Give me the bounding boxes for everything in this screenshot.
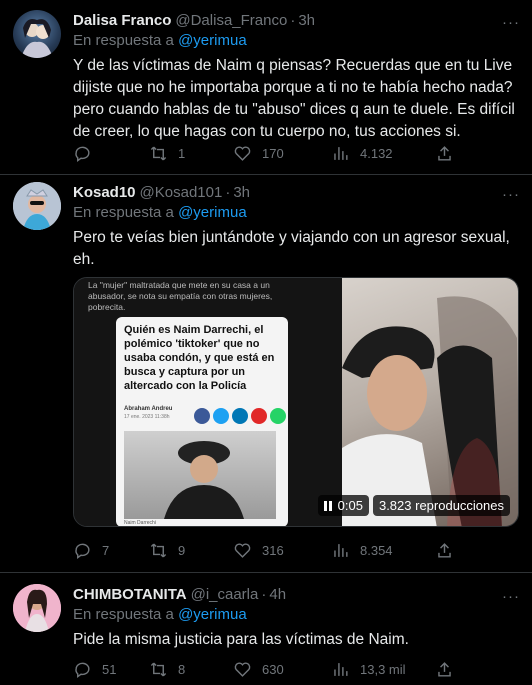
view-count: 4.132 — [360, 145, 393, 161]
separator-dot: · — [225, 183, 231, 201]
more-options-icon[interactable]: ··· — [502, 186, 520, 203]
author-handle[interactable]: @Kosad101 — [140, 184, 223, 201]
heart-icon — [234, 542, 251, 558]
views-icon — [334, 662, 348, 676]
share-button[interactable] — [435, 144, 454, 163]
caption-top: La "mujer" maltratada que mete en su cas… — [88, 280, 273, 312]
linkedin-icon — [232, 408, 248, 424]
article-photo-caption: Naim Darrechi — [124, 520, 156, 526]
playback-status[interactable]: 0:05 — [317, 495, 369, 516]
reply-mention-link[interactable]: @yerimua — [178, 32, 247, 49]
author-name[interactable]: Dalisa Franco — [73, 12, 171, 29]
heart-icon — [234, 661, 251, 677]
tweet-text: Pero te veías bien juntándote y viajando… — [73, 229, 510, 268]
reply-button[interactable] — [73, 144, 102, 163]
flipboard-icon — [251, 408, 267, 424]
share-button[interactable] — [435, 541, 454, 560]
retweet-count: 8 — [178, 661, 186, 677]
share-icon — [438, 661, 451, 677]
video-player[interactable]: La "mujer" maltratada que mete en su cas… — [73, 277, 519, 527]
heart-icon — [234, 145, 251, 161]
retweet-icon — [150, 662, 167, 676]
more-options-icon[interactable]: ··· — [502, 14, 520, 31]
like-button[interactable]: 170 — [233, 144, 284, 163]
tweet-actions: 51 8 630 13,3 mil — [73, 659, 520, 679]
tweet-actions: 7 9 316 8.354 — [73, 540, 520, 560]
retweet-icon — [150, 146, 167, 160]
reply-mention-link[interactable]: @yerimua — [178, 606, 247, 623]
video-time: 0:05 — [337, 498, 363, 513]
views-button[interactable]: 4.132 — [331, 144, 393, 163]
share-icon — [438, 542, 451, 558]
reply-icon — [75, 662, 90, 678]
pause-icon[interactable] — [323, 500, 332, 511]
separator-dot: · — [290, 11, 296, 29]
retweet-button[interactable]: 8 — [149, 660, 185, 679]
reply-context: En respuesta a @yerimua — [73, 204, 520, 224]
reply-button[interactable]: 7 — [73, 541, 109, 560]
retweet-count: 9 — [178, 542, 186, 558]
whatsapp-icon — [270, 408, 286, 424]
video-frame — [342, 278, 518, 526]
news-article-card: Quién es Naim Darrechi, el polémico 'tik… — [116, 317, 288, 526]
views-icon — [334, 543, 348, 557]
view-count: 8.354 — [360, 542, 393, 558]
video-view-count: 3.823 reproducciones — [372, 495, 510, 516]
separator-dot: · — [261, 585, 267, 603]
avatar[interactable] — [13, 182, 61, 230]
article-screenshot: La "mujer" maltratada que mete en su cas… — [74, 278, 342, 526]
reply-icon — [75, 146, 90, 162]
views-button[interactable]: 8.354 — [331, 541, 393, 560]
retweet-button[interactable]: 9 — [149, 541, 185, 560]
article-date: 17 ene. 2023 11:38h — [124, 414, 170, 420]
reply-context: En respuesta a @yerimua — [73, 606, 520, 626]
reply-icon — [75, 543, 90, 559]
views-button[interactable]: 13,3 mil — [331, 660, 406, 679]
reply-context: En respuesta a @yerimua — [73, 32, 520, 52]
share-icons-row — [194, 408, 286, 424]
author-handle[interactable]: @Dalisa_Franco — [175, 12, 287, 29]
retweet-button[interactable]: 1 — [149, 144, 185, 163]
reply-prefix: En respuesta a — [73, 32, 174, 49]
article-photo — [124, 431, 276, 519]
share-button[interactable] — [435, 660, 454, 679]
author-name[interactable]: Kosad10 — [73, 184, 136, 201]
like-count: 316 — [262, 542, 284, 558]
article-author: Abraham Andreu — [124, 406, 173, 412]
tweet-text: Pide la misma justicia para las víctimas… — [73, 631, 409, 648]
retweet-count: 1 — [178, 145, 186, 161]
like-count: 170 — [262, 145, 284, 161]
tweet-1[interactable]: Dalisa Franco @Dalisa_Franco · 3h ··· En… — [0, 0, 532, 175]
video-overlay: 0:05 3.823 reproducciones — [317, 495, 510, 516]
retweet-icon — [150, 543, 167, 557]
author-handle[interactable]: @i_caarla — [191, 586, 259, 603]
like-button[interactable]: 316 — [233, 541, 284, 560]
tweet-2[interactable]: Kosad10 @Kosad101 · 3h ··· En respuesta … — [0, 175, 532, 573]
like-button[interactable]: 630 — [233, 660, 284, 679]
timestamp[interactable]: 3h — [298, 12, 315, 29]
reply-button[interactable]: 51 — [73, 660, 116, 679]
like-count: 630 — [262, 661, 284, 677]
reply-prefix: En respuesta a — [73, 204, 174, 221]
reply-count: 7 — [102, 542, 110, 558]
facebook-icon — [194, 408, 210, 424]
tweet-3[interactable]: CHIMBOTANITA @i_caarla · 4h ··· En respu… — [0, 573, 532, 685]
timestamp[interactable]: 4h — [269, 586, 286, 603]
author-name[interactable]: CHIMBOTANITA — [73, 586, 187, 603]
tweet-actions: 1 170 4.132 — [73, 143, 520, 163]
reply-mention-link[interactable]: @yerimua — [178, 204, 247, 221]
reply-count: 51 — [102, 661, 117, 677]
share-icon — [438, 145, 451, 161]
reply-prefix: En respuesta a — [73, 606, 174, 623]
tweet-text: Y de las víctimas de Naim q piensas? Rec… — [73, 57, 515, 140]
timestamp[interactable]: 3h — [233, 184, 250, 201]
article-title: Quién es Naim Darrechi, el polémico 'tik… — [124, 324, 275, 392]
more-options-icon[interactable]: ··· — [502, 588, 520, 605]
twitter-icon — [213, 408, 229, 424]
view-count: 13,3 mil — [360, 661, 406, 677]
avatar[interactable] — [13, 10, 61, 58]
views-icon — [334, 146, 348, 160]
avatar[interactable] — [13, 584, 61, 632]
